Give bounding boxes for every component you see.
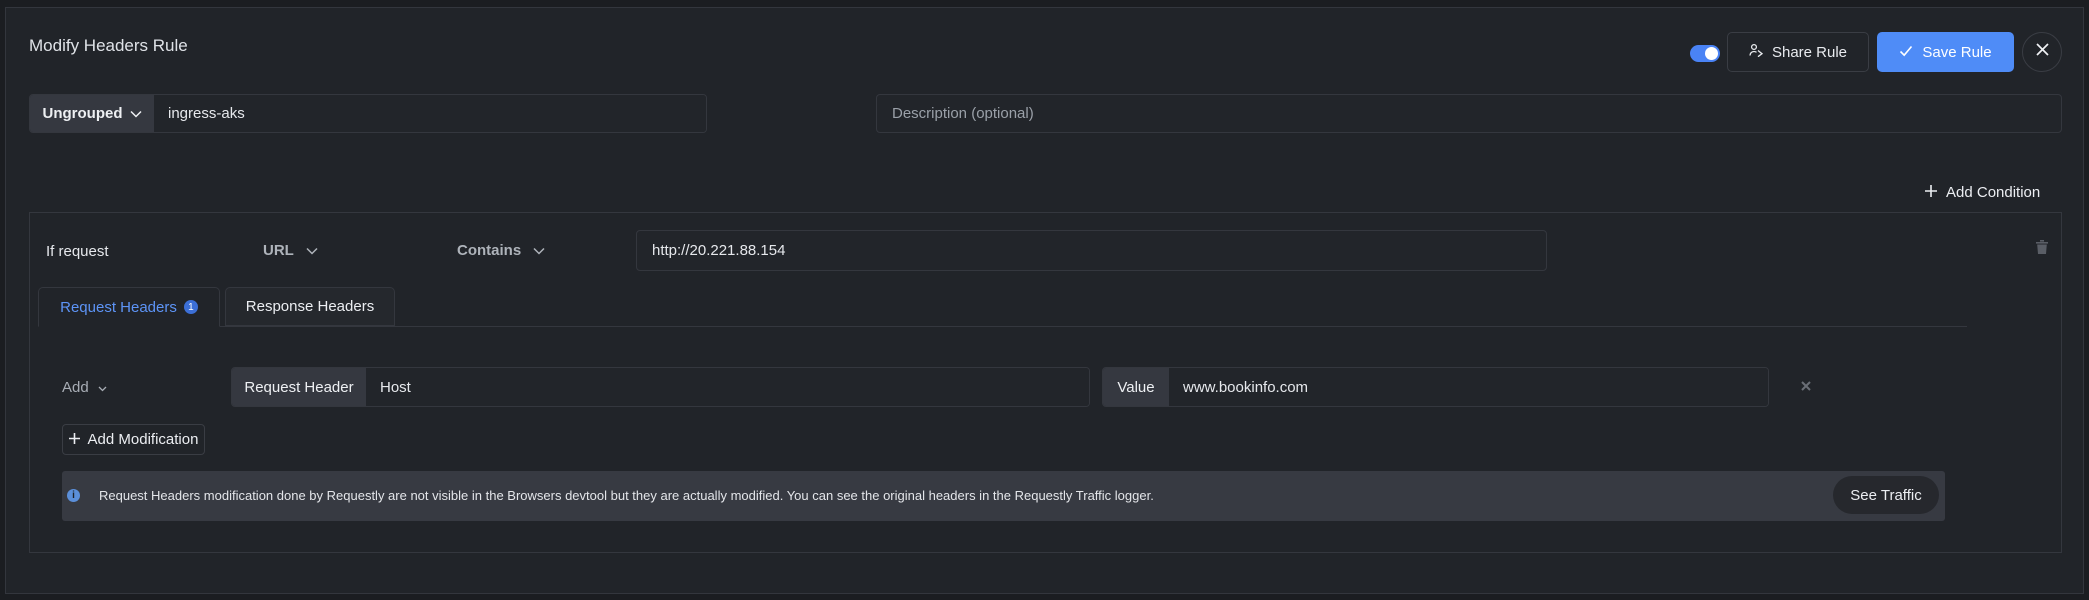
group-label: Ungrouped bbox=[42, 105, 123, 122]
tab-response-headers[interactable]: Response Headers bbox=[225, 287, 395, 326]
chevron-down-icon bbox=[98, 379, 107, 396]
header-name-label: Request Header bbox=[232, 368, 366, 406]
delete-condition-button[interactable] bbox=[2036, 240, 2048, 259]
count-badge: 1 bbox=[183, 300, 198, 314]
tab-divider bbox=[38, 326, 1967, 327]
url-input[interactable] bbox=[636, 230, 1547, 271]
save-rule-button[interactable]: Save Rule bbox=[1877, 32, 2014, 72]
description-input[interactable] bbox=[876, 94, 2062, 133]
add-modification-label: Add Modification bbox=[87, 431, 199, 448]
chevron-down-icon bbox=[533, 242, 545, 259]
remove-modification-button[interactable] bbox=[1801, 378, 1811, 396]
action-label: Add bbox=[62, 379, 89, 396]
see-traffic-button[interactable]: See Traffic bbox=[1833, 476, 1939, 514]
plus-icon bbox=[68, 431, 80, 448]
close-icon bbox=[2035, 43, 2049, 61]
add-condition-label: Add Condition bbox=[1946, 183, 2041, 201]
see-traffic-label: See Traffic bbox=[1850, 486, 1922, 504]
if-request-label: If request bbox=[46, 243, 109, 260]
toggle-knob bbox=[1705, 47, 1718, 60]
share-icon bbox=[1749, 43, 1764, 61]
tab-request-headers[interactable]: Request Headers 1 bbox=[38, 287, 220, 327]
group-select[interactable]: Ungrouped bbox=[30, 95, 154, 132]
rule-name-input[interactable] bbox=[154, 95, 706, 132]
operator-dropdown[interactable]: Contains bbox=[457, 242, 545, 259]
operator-label: Contains bbox=[457, 242, 522, 259]
rule-status-toggle[interactable] bbox=[1690, 45, 1720, 62]
chevron-down-icon bbox=[129, 105, 142, 122]
share-rule-label: Share Rule bbox=[1771, 43, 1848, 61]
info-icon: i bbox=[67, 489, 80, 502]
add-condition-button[interactable]: Add Condition bbox=[1925, 180, 2040, 204]
save-rule-label: Save Rule bbox=[1922, 43, 1992, 61]
chevron-down-icon bbox=[306, 242, 318, 259]
header-value-label: Value bbox=[1103, 368, 1169, 406]
rule-name-group: Ungrouped bbox=[29, 94, 707, 133]
info-text: Request Headers modification done by Req… bbox=[99, 488, 1154, 503]
page-title: Modify Headers Rule bbox=[29, 36, 188, 55]
header-value-input[interactable] bbox=[1169, 368, 1768, 406]
tab-label: Request Headers bbox=[60, 298, 177, 316]
close-button[interactable] bbox=[2022, 32, 2062, 72]
header-name-input[interactable] bbox=[366, 368, 1089, 406]
close-icon bbox=[1801, 378, 1811, 395]
share-rule-button[interactable]: Share Rule bbox=[1727, 32, 1869, 72]
header-value-group: Value bbox=[1102, 367, 1769, 407]
check-icon bbox=[1899, 44, 1913, 61]
source-key-label: URL bbox=[263, 242, 294, 259]
tab-label: Response Headers bbox=[245, 298, 375, 315]
header-name-group: Request Header bbox=[231, 367, 1090, 407]
add-modification-button[interactable]: Add Modification bbox=[62, 424, 205, 455]
plus-icon bbox=[1925, 184, 1937, 201]
source-key-dropdown[interactable]: URL bbox=[263, 242, 318, 259]
trash-icon bbox=[2036, 240, 2048, 258]
modification-action-dropdown[interactable]: Add bbox=[62, 379, 107, 396]
